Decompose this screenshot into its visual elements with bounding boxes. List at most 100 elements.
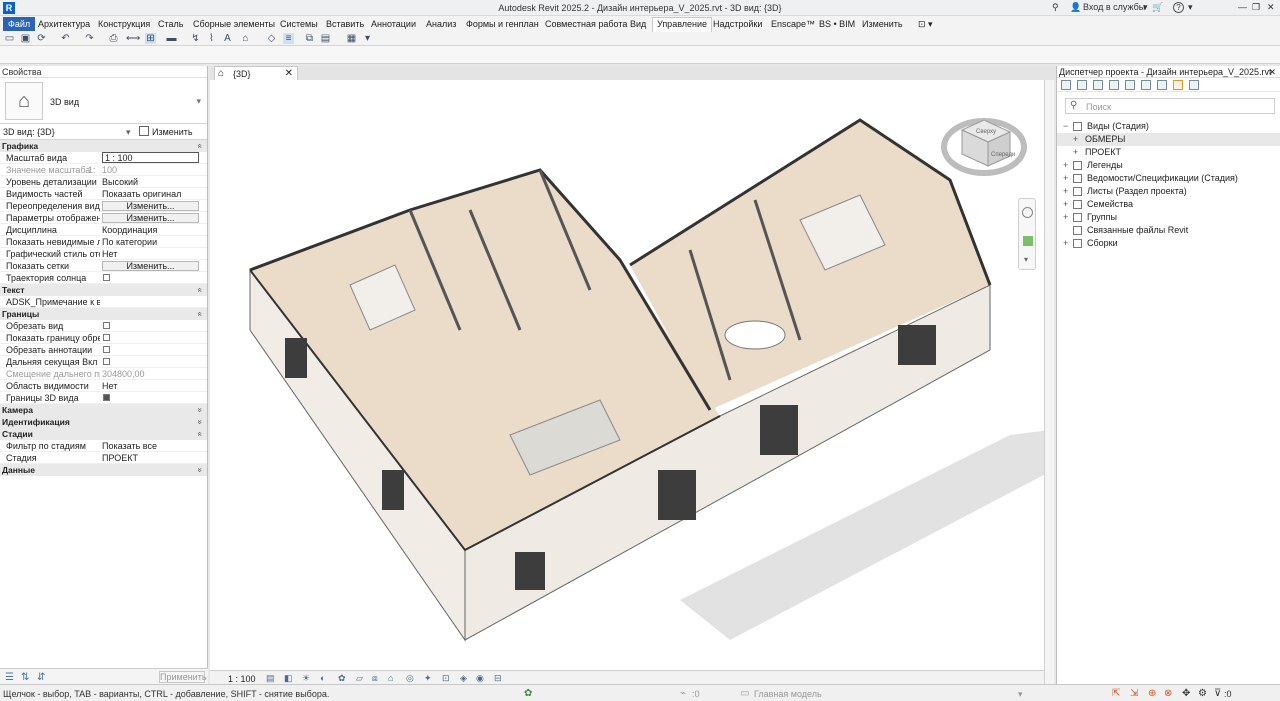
crop-view-icon[interactable]: ▱ (356, 673, 363, 684)
redo-icon[interactable]: ↷ (84, 33, 95, 44)
sort-asc-icon[interactable]: ⇅ (21, 672, 29, 683)
expand-icon[interactable]: + (1073, 133, 1081, 146)
tag-icon[interactable]: ▬ (166, 33, 177, 44)
expand-icon[interactable]: + (1073, 146, 1081, 159)
apply-button[interactable]: Применить (159, 671, 207, 683)
sync-icon[interactable]: ⟳ (36, 33, 47, 44)
active-model[interactable]: Главная модель (754, 689, 822, 699)
visual-style-icon[interactable]: ◧ (284, 673, 293, 684)
detail-line-icon[interactable]: ⌇ (206, 33, 217, 44)
qat-dropdown-icon[interactable]: ▾ (362, 33, 373, 44)
measure-icon[interactable]: ⟷ (126, 33, 140, 44)
model-canvas[interactable]: Сверху Спереди (210, 80, 1044, 684)
tab-3[interactable]: Конструкция (98, 18, 150, 31)
tree-node[interactable]: + Ведомости/Спецификации (Стадия) (1057, 172, 1280, 185)
thin-lines-icon[interactable]: ≡ (283, 33, 294, 44)
model-dropdown-icon[interactable]: ▾ (1018, 689, 1023, 700)
tab-4[interactable]: Сталь (158, 18, 183, 31)
close-icon[interactable]: ✕ (1267, 2, 1275, 13)
scale-input[interactable]: 1 : 100 (102, 152, 199, 163)
browser-3d-icon[interactable] (1077, 80, 1087, 90)
collapse-icon[interactable]: « (195, 312, 207, 317)
tab-14[interactable]: Надстройки (713, 18, 762, 31)
expand-icon[interactable]: + (1063, 185, 1071, 198)
tree-node[interactable]: + ПРОЕКТ (1057, 146, 1280, 159)
tree-node[interactable]: + Легенды (1057, 159, 1280, 172)
tab-15[interactable]: Enscape™ (771, 18, 815, 31)
expand-icon[interactable]: + (1063, 159, 1071, 172)
switch-windows-icon[interactable]: ▤ (320, 33, 331, 44)
filter-icon[interactable]: ⊽ (1214, 688, 1221, 699)
sun-path-icon[interactable]: ☀ (302, 673, 310, 684)
vertical-scrollbar[interactable] (1044, 80, 1054, 684)
select-pinned-icon[interactable]: ⊕ (1148, 688, 1156, 699)
tree-node[interactable]: + Листы (Раздел проекта) (1057, 185, 1280, 198)
category-sort-icon[interactable]: ☰ (5, 672, 14, 683)
browser-close-icon[interactable]: ✕ (1268, 66, 1276, 78)
section-header[interactable]: Идентификация » (0, 416, 207, 428)
browser-family-icon[interactable] (1141, 80, 1151, 90)
restore-icon[interactable]: ❐ (1252, 2, 1260, 13)
browser-schedule-icon[interactable] (1109, 80, 1119, 90)
tab-11[interactable]: Совместная работа (545, 18, 627, 31)
reveal-hidden-icon[interactable]: ✦ (424, 673, 432, 684)
edit-type-icon[interactable] (139, 126, 149, 136)
checkbox[interactable] (103, 346, 110, 353)
tab-9[interactable]: Анализ (426, 18, 456, 31)
tree-node[interactable]: Связанные файлы Revit (1057, 224, 1280, 237)
detail-level-icon[interactable]: ▤ (266, 673, 275, 684)
binoculars-icon[interactable]: ⚲ (1052, 2, 1059, 13)
section-header[interactable]: Камера » (0, 404, 207, 416)
close-hidden-icon[interactable]: ⧉ (304, 33, 315, 44)
help-dropdown-icon[interactable]: ▾ (1188, 2, 1193, 13)
expand-icon[interactable]: » (195, 408, 207, 413)
nav-dropdown-icon[interactable]: ▾ (1024, 255, 1028, 264)
property-value[interactable]: Показать все (102, 440, 199, 452)
collapse-icon[interactable]: « (195, 144, 207, 149)
open-icon[interactable]: ▭ (4, 33, 15, 44)
tab-6[interactable]: Системы (280, 18, 318, 31)
view-scale[interactable]: 1 : 100 (228, 674, 256, 684)
aligned-dimension-icon[interactable]: ⊞ (145, 33, 156, 44)
expand-icon[interactable]: + (1063, 198, 1071, 211)
text-icon[interactable]: A (222, 33, 233, 44)
property-value[interactable]: Высокий (102, 176, 199, 188)
collapse-icon[interactable]: − (1063, 120, 1071, 133)
edit-button[interactable]: Изменить... (102, 213, 199, 223)
expand-icon[interactable]: + (1063, 211, 1071, 224)
editable-icon[interactable]: ⌁ (680, 688, 686, 699)
expand-icon[interactable]: + (1063, 172, 1071, 185)
property-value[interactable]: Показать оригинал (102, 188, 199, 200)
collapse-icon[interactable]: « (195, 288, 207, 293)
select-underlay-icon[interactable]: ⇲ (1130, 688, 1138, 699)
property-value[interactable]: ПРОЕКТ (102, 452, 199, 464)
worksets-icon[interactable]: ✿ (524, 688, 532, 699)
tree-node[interactable]: + ОБМЕРЫ (1057, 133, 1280, 146)
checkbox[interactable] (103, 358, 110, 365)
tab-3d[interactable]: ⌂ {3D} ✕ (214, 66, 298, 80)
tree-node[interactable]: + Группы (1057, 211, 1280, 224)
user-icon[interactable]: 👤 (1070, 2, 1081, 13)
tree-node[interactable]: + Семейства (1057, 198, 1280, 211)
tree-node[interactable]: + Сборки (1057, 237, 1280, 250)
crop-region-icon[interactable]: ⧈ (372, 673, 378, 684)
expand-icon[interactable]: + (1063, 237, 1071, 250)
browser-link-icon[interactable] (1173, 80, 1183, 90)
select-links-icon[interactable]: ⇱ (1112, 688, 1120, 699)
signin-button[interactable]: Вход в службы (1083, 2, 1145, 12)
spot-elevation-icon[interactable]: ↯ (190, 33, 201, 44)
browser-plan-icon[interactable] (1093, 80, 1103, 90)
section-header[interactable]: Стадии « (0, 428, 207, 440)
lock-view-icon[interactable]: ⌂ (388, 673, 393, 683)
drag-elements-icon[interactable]: ✥ (1182, 688, 1190, 699)
browser-home-icon[interactable] (1061, 80, 1071, 90)
edit-button[interactable]: Изменить... (102, 261, 199, 271)
undo-icon[interactable]: ↶ (60, 33, 71, 44)
worksharing-icon[interactable]: ⊡ (442, 673, 450, 684)
signin-dropdown-icon[interactable]: ▾ (1143, 2, 1148, 13)
background-process-icon[interactable]: ⚙ (1198, 688, 1207, 699)
tab-2[interactable]: Архитектура (38, 18, 90, 31)
constraints-icon[interactable]: ⊟ (494, 673, 502, 684)
contextual-tab-icon[interactable]: ⊡ ▾ (918, 18, 933, 31)
checkbox[interactable] (103, 322, 110, 329)
